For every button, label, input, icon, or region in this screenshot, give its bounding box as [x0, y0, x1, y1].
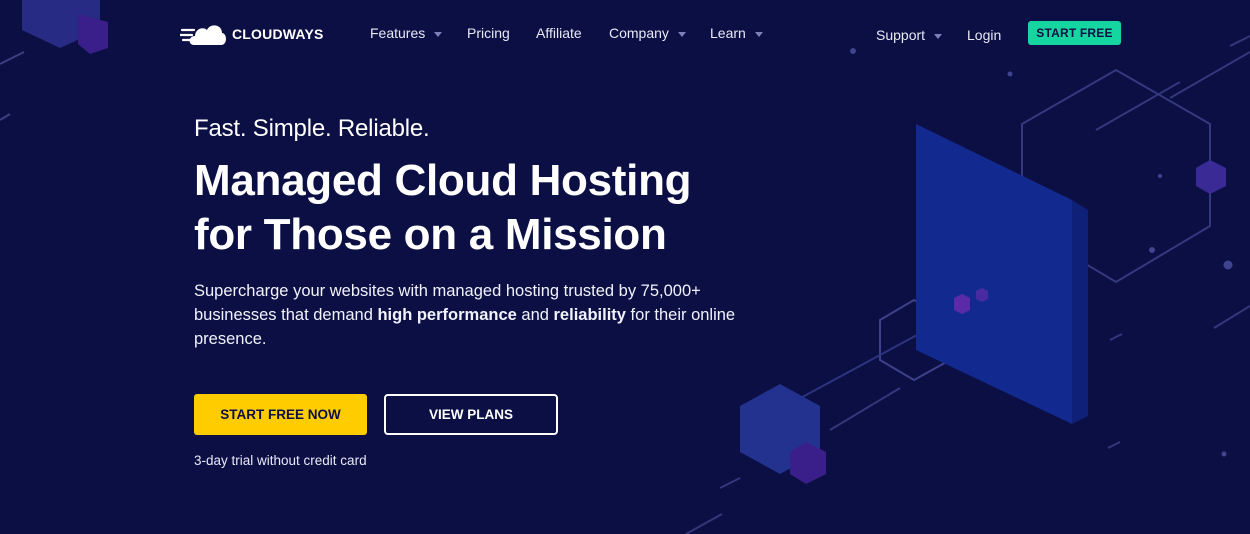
chevron-down-icon	[934, 33, 943, 39]
hero-kicker: Fast. Simple. Reliable.	[194, 115, 430, 142]
hero-headline-line1: Managed Cloud Hosting	[194, 156, 692, 205]
nav-pricing-label: Pricing	[467, 25, 510, 41]
nav-support[interactable]: Support	[876, 27, 943, 43]
nav-login-label: Login	[967, 27, 1002, 43]
hero-headline-line2: for Those on a Mission	[194, 210, 667, 259]
nav-affiliate[interactable]: Affiliate	[536, 25, 582, 41]
hero-headline: Managed Cloud Hosting for Those on a Mis…	[194, 154, 794, 262]
chevron-down-icon	[677, 31, 686, 37]
nav-features[interactable]: Features	[370, 25, 443, 41]
nav-company[interactable]: Company	[609, 25, 686, 41]
top-navigation: CLOUDWAYS Features Pricing Affiliate Com…	[0, 0, 1250, 70]
chevron-down-icon	[754, 31, 763, 37]
nav-company-label: Company	[609, 25, 669, 41]
chevron-down-icon	[434, 31, 443, 37]
start-free-button[interactable]: START FREE	[1028, 21, 1121, 45]
nav-learn-label: Learn	[710, 25, 746, 41]
view-plans-button[interactable]: VIEW PLANS	[384, 394, 558, 435]
trial-note: 3-day trial without credit card	[194, 453, 367, 468]
nav-features-label: Features	[370, 25, 426, 41]
nav-learn[interactable]: Learn	[710, 25, 763, 41]
brand-logo[interactable]: CLOUDWAYS	[180, 20, 324, 48]
nav-affiliate-label: Affiliate	[536, 25, 582, 41]
hero-description-bold: reliability	[553, 306, 626, 324]
nav-login[interactable]: Login	[967, 27, 1001, 43]
hero-description-bold: high performance	[377, 306, 517, 324]
nav-pricing[interactable]: Pricing	[467, 25, 510, 41]
decor-panel	[916, 124, 1072, 424]
start-free-now-button[interactable]: START FREE NOW	[194, 394, 367, 435]
background-illustration	[0, 0, 1250, 534]
hero-description: Supercharge your websites with managed h…	[194, 279, 764, 351]
nav-support-label: Support	[876, 27, 926, 43]
hero-description-text: and	[516, 306, 554, 324]
cloud-icon	[180, 25, 226, 45]
brand-name: CLOUDWAYS	[232, 26, 324, 42]
